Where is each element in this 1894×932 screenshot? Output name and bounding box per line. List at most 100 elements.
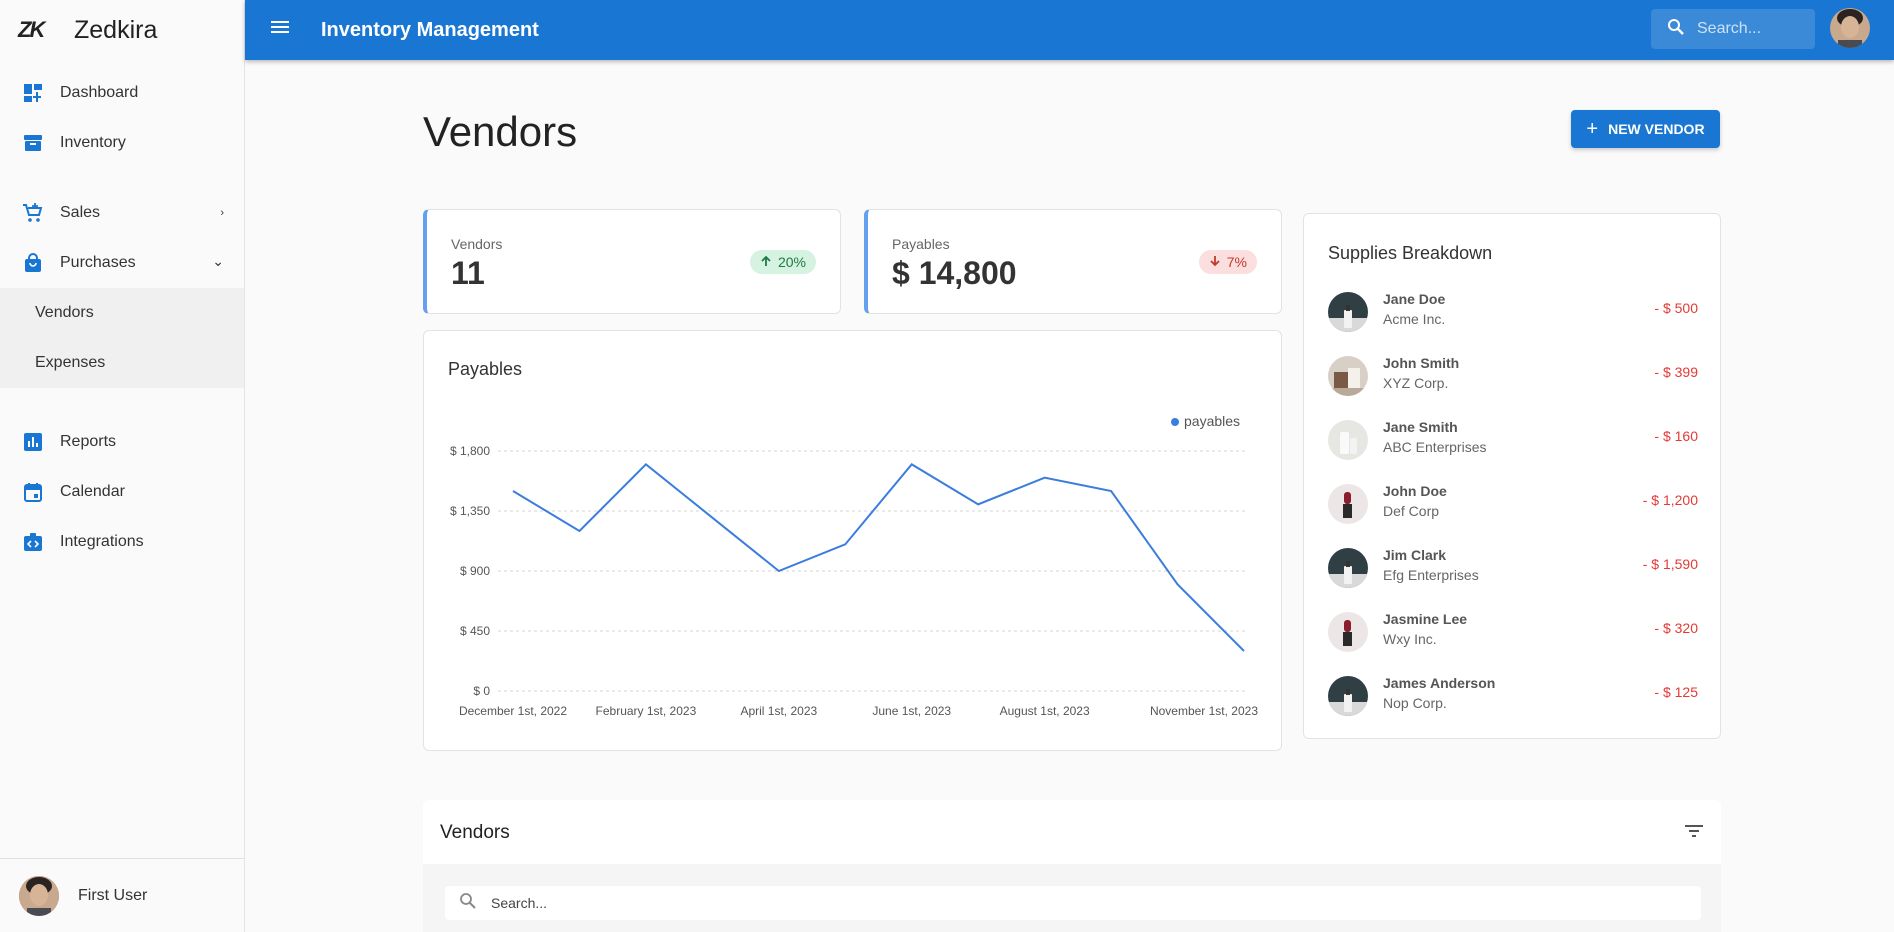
sidebar-item-purchases[interactable]: Purchases ⌄: [0, 239, 244, 287]
new-vendor-button[interactable]: + NEW VENDOR: [1571, 110, 1720, 148]
x-tick-label: November 1st, 2023: [1150, 704, 1258, 718]
chevron-down-icon: ⌄: [212, 253, 224, 269]
sidebar-item-sales[interactable]: Sales ›: [0, 189, 244, 237]
sidebar-item-label: Inventory: [60, 134, 126, 151]
y-tick-label: $ 1,350: [450, 504, 490, 518]
x-tick-label: April 1st, 2023: [740, 704, 817, 718]
supplies-breakdown-card: Supplies Breakdown Jane Doe Acme Inc. - $ …: [1303, 213, 1721, 739]
chevron-right-icon: ›: [220, 207, 224, 219]
list-item[interactable]: Jane Smith ABC Enterprises - $ 160: [1328, 416, 1698, 466]
avatar[interactable]: [1830, 8, 1870, 48]
avatar: [1328, 292, 1368, 332]
search-icon: [459, 892, 477, 915]
y-tick-label: $ 1,800: [450, 444, 490, 458]
top-search[interactable]: [1651, 9, 1815, 49]
avatar: [1328, 612, 1368, 652]
list-item[interactable]: John Smith XYZ Corp. - $ 399: [1328, 352, 1698, 402]
y-tick-label: $ 0: [473, 684, 490, 698]
legend-marker: [1171, 418, 1179, 426]
bar-chart-icon: [22, 431, 44, 453]
plus-icon: +: [1586, 117, 1599, 140]
sidebar-item-label: Integrations: [60, 533, 144, 550]
sidebar-item-integrations[interactable]: Integrations: [0, 518, 244, 566]
x-tick-label: February 1st, 2023: [596, 704, 697, 718]
cart-icon: [22, 202, 44, 224]
payables-line-chart: $ 0 $ 450 $ 900 $ 1,350 $ 1,800 December 1st,…: [450, 413, 1258, 718]
supplier-company: Wxy Inc.: [1383, 631, 1437, 647]
supplier-name: Jim Clark: [1383, 547, 1447, 563]
list-item[interactable]: Jasmine Lee Wxy Inc. - $ 320: [1328, 608, 1698, 658]
filter-icon[interactable]: [1685, 824, 1703, 843]
trend-badge: 7%: [1198, 250, 1257, 274]
supplier-amount: - $ 160: [1654, 428, 1698, 444]
legend-label: payables: [1184, 413, 1240, 429]
stat-card-vendors: Vendors 11 20%: [423, 209, 841, 314]
sidebar: ZK Zedkira Dashboard Inventory Sales › P…: [0, 0, 245, 932]
page-title: Vendors: [423, 108, 578, 155]
list-item[interactable]: Jane Doe Acme Inc. - $ 500: [1328, 288, 1698, 338]
sidebar-item-label: Purchases: [60, 254, 136, 271]
supplier-company: XYZ Corp.: [1383, 375, 1449, 391]
sidebar-item-calendar[interactable]: Calendar: [0, 468, 244, 516]
x-tick-label: December 1st, 2022: [459, 704, 567, 718]
supplier-amount: - $ 1,590: [1642, 556, 1698, 572]
payables-chart-card: Payables $ 0 $ 450 $ 900 $ 1,350 $ 1,800 Dece…: [423, 330, 1282, 751]
sidebar-item-label: Sales: [60, 204, 101, 221]
vendors-table-card: Vendors: [423, 800, 1721, 932]
supplier-amount: - $ 125: [1654, 684, 1698, 700]
supplier-name: Jasmine Lee: [1383, 611, 1468, 627]
sidebar-item-label: Reports: [60, 433, 117, 450]
badge-value: 7%: [1226, 254, 1247, 270]
brand-logo: ZK: [18, 17, 45, 42]
supplier-company: Acme Inc.: [1383, 311, 1446, 327]
list-item[interactable]: John Doe Def Corp - $ 1,200: [1328, 480, 1698, 530]
stat-card-payables: Payables $ 14,800 7%: [864, 209, 1282, 314]
supplier-company: ABC Enterprises: [1383, 439, 1487, 455]
app-title: Inventory Management: [321, 18, 539, 41]
trend-badge: 20%: [749, 250, 816, 274]
supplier-company: Nop Corp.: [1383, 695, 1447, 711]
avatar: [1328, 420, 1368, 460]
avatar: [19, 875, 59, 916]
list-item[interactable]: James Anderson Nop Corp. - $ 125: [1328, 672, 1698, 722]
search-input[interactable]: [1697, 20, 1807, 38]
shopping-bag-icon: [22, 252, 44, 274]
brand-name: Zedkira: [74, 15, 158, 44]
sidebar-item-dashboard[interactable]: Dashboard: [0, 69, 244, 117]
sidebar-subitem-label: Vendors: [35, 304, 94, 321]
supplier-amount: - $ 320: [1654, 620, 1698, 636]
stat-value: 11: [451, 255, 485, 291]
supplier-company: Def Corp: [1383, 503, 1440, 519]
table-search[interactable]: [445, 886, 1701, 920]
sidebar-item-label: Calendar: [60, 483, 125, 500]
supplier-amount: - $ 399: [1654, 364, 1698, 380]
sidebar-user[interactable]: First User: [0, 858, 244, 932]
sidebar-item-inventory[interactable]: Inventory: [0, 119, 244, 167]
arrow-down-icon: [1209, 254, 1221, 270]
y-tick-label: $ 450: [460, 624, 490, 638]
sidebar-item-reports[interactable]: Reports: [0, 418, 244, 466]
user-name: First User: [78, 886, 148, 904]
avatar: [1328, 548, 1368, 588]
supplier-name: Jane Smith: [1383, 419, 1458, 435]
x-tick-label: August 1st, 2023: [1000, 704, 1090, 718]
sidebar-subitem-label: Expenses: [35, 354, 106, 371]
supplier-amount: - $ 500: [1654, 300, 1698, 316]
supplier-amount: - $ 1,200: [1642, 492, 1698, 508]
vendor-search-input[interactable]: [491, 895, 991, 911]
supplier-name: Jane Doe: [1383, 291, 1446, 307]
badge-value: 20%: [777, 254, 806, 270]
supplier-name: James Anderson: [1383, 675, 1496, 691]
sidebar-subitem-vendors[interactable]: Vendors: [0, 288, 244, 338]
supplies-title: Supplies Breakdown: [1328, 243, 1493, 263]
sidebar-subitem-expenses[interactable]: Expenses: [0, 338, 244, 388]
avatar: [1328, 356, 1368, 396]
purchases-submenu: Vendors Expenses: [0, 288, 244, 388]
menu-icon[interactable]: [269, 18, 291, 40]
list-item[interactable]: Jim Clark Efg Enterprises - $ 1,590: [1328, 544, 1698, 594]
sidebar-item-label: Dashboard: [60, 84, 139, 101]
table-title: Vendors: [440, 822, 510, 843]
new-vendor-label: NEW VENDOR: [1608, 121, 1705, 137]
brand[interactable]: ZK Zedkira: [0, 0, 244, 60]
series-line-payables: [512, 462, 1245, 652]
